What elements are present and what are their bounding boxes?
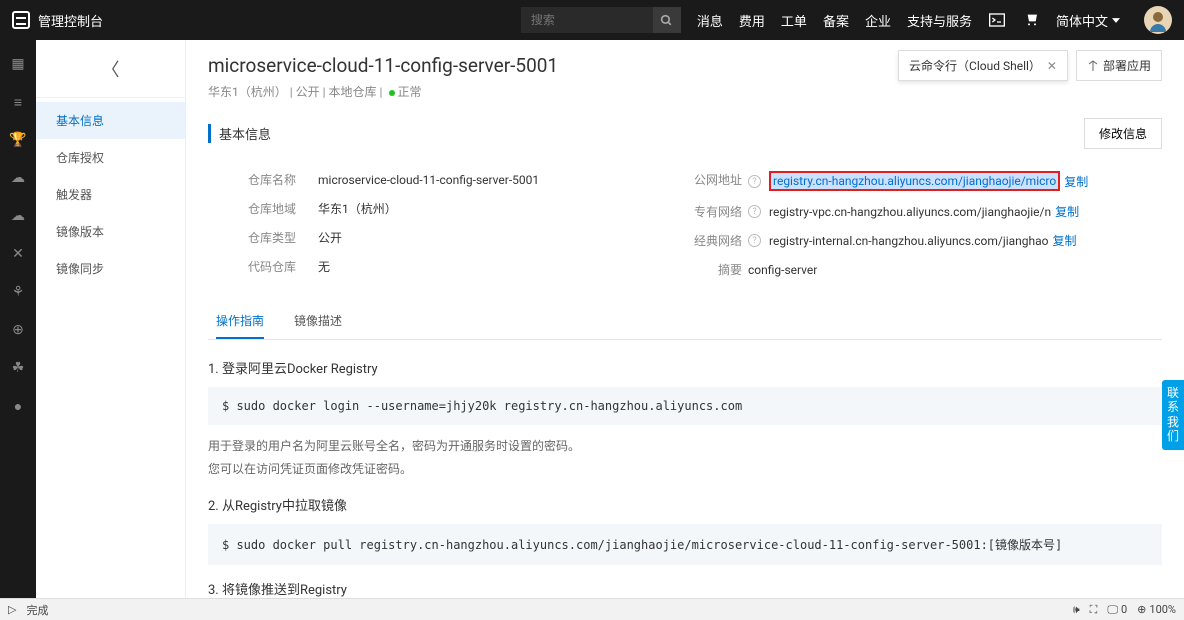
cup-icon[interactable]: 🏆 <box>10 132 26 148</box>
content-tabs: 操作指南 镜像描述 <box>208 304 1162 340</box>
guide-step2-code: $ sudo docker pull registry.cn-hangzhou.… <box>208 524 1162 565</box>
deploy-label: 部署应用 <box>1103 57 1151 74</box>
back-arrow[interactable]: 〈 <box>102 56 120 82</box>
nav-beian[interactable]: 备案 <box>823 11 849 30</box>
repo-region-value: 华东1（杭州） <box>318 200 668 217</box>
nav-image-version[interactable]: 镜像版本 <box>36 213 185 250</box>
code-repo-label: 代码仓库 <box>248 258 318 275</box>
cloud2-icon[interactable]: ☁ <box>10 208 26 224</box>
repo-type-tag: 本地仓库 <box>329 85 377 99</box>
guide-content: 1. 登录阿里云Docker Registry $ sudo docker lo… <box>208 358 1162 598</box>
cluster-icon[interactable]: ⚘ <box>10 284 26 300</box>
globe-icon[interactable]: ⊕ <box>10 322 26 338</box>
status-dot-icon <box>389 90 395 96</box>
fullscreen-icon[interactable]: ⛶ <box>1090 603 1098 617</box>
nav-enterprise[interactable]: 企业 <box>865 11 891 30</box>
nav-messages[interactable]: 消息 <box>697 11 723 30</box>
repo-type-label: 仓库类型 <box>248 229 318 246</box>
left-nav: 〈 基本信息 仓库授权 触发器 镜像版本 镜像同步 <box>36 40 186 598</box>
chevron-down-icon <box>1112 18 1120 23</box>
status-text: 正常 <box>397 85 421 99</box>
user-avatar[interactable] <box>1144 6 1172 34</box>
info-grid: 仓库名称microservice-cloud-11-config-server-… <box>248 165 1162 284</box>
nav-trigger[interactable]: 触发器 <box>36 176 185 213</box>
repo-name-label: 仓库名称 <box>248 171 318 188</box>
summary-value: config-server <box>748 261 1162 278</box>
vpc-addr-value: registry-vpc.cn-hangzhou.aliyuncs.com/ji… <box>769 205 1051 219</box>
vpc-addr-label: 专有网络 <box>678 203 748 220</box>
copy-classic-addr[interactable]: 复制 <box>1053 232 1077 249</box>
summary-label: 摘要 <box>678 261 748 278</box>
nav-support[interactable]: 支持与服务 <box>907 11 972 30</box>
nav-tickets[interactable]: 工单 <box>781 11 807 30</box>
lines-icon[interactable]: ≡ <box>10 94 26 110</box>
global-search <box>521 7 681 33</box>
language-label: 简体中文 <box>1056 11 1108 30</box>
classic-addr-value: registry-internal.cn-hangzhou.aliyuncs.c… <box>769 234 1049 248</box>
help-icon[interactable]: ? <box>748 234 761 247</box>
nav-image-sync[interactable]: 镜像同步 <box>36 250 185 287</box>
play-icon[interactable]: ▷ <box>8 603 16 616</box>
repo-name-value: microservice-cloud-11-config-server-5001 <box>318 171 668 188</box>
guide-step1-code: $ sudo docker login --username=jhjy20k r… <box>208 387 1162 425</box>
topbar: 管理控制台 消息 费用 工单 备案 企业 支持与服务 简体中文 <box>0 0 1184 40</box>
region-tag: 华东1（杭州） <box>208 85 287 99</box>
cloud-shell-popup: 云命令行（Cloud Shell） ✕ <box>898 50 1068 81</box>
grid-icon[interactable]: ▦ <box>10 56 26 72</box>
terminal-icon[interactable] <box>988 11 1006 29</box>
status-done: 完成 <box>26 602 48 618</box>
dot-icon[interactable]: ● <box>10 398 26 414</box>
zoom-level[interactable]: ⊕ 100% <box>1137 603 1176 616</box>
service-icon-sidebar: ▦ ≡ 🏆 ☁ ☁ ✕ ⚘ ⊕ ☘ ● <box>0 40 36 598</box>
deploy-app-button[interactable]: 部署应用 <box>1076 50 1162 81</box>
guide-step1-p1: 用于登录的用户名为阿里云账号全名，密码为开通服务时设置的密码。 <box>208 435 1162 458</box>
logo[interactable]: 管理控制台 <box>12 11 103 30</box>
code-repo-value: 无 <box>318 258 668 275</box>
notification-count[interactable]: 🖵 0 <box>1107 603 1127 617</box>
statusbar: ▷ 完成 🕪 ⛶ 🖵 0 ⊕ 100% <box>0 598 1184 620</box>
cloud-icon[interactable]: ☁ <box>10 170 26 186</box>
cart-icon[interactable] <box>1022 11 1040 29</box>
visibility-tag: 公开 <box>296 85 320 99</box>
language-switcher[interactable]: 简体中文 <box>1056 11 1120 30</box>
public-addr-value: registry.cn-hangzhou.aliyuncs.com/jiangh… <box>769 171 1060 191</box>
contact-us-tab[interactable]: 联系我们 <box>1162 380 1184 450</box>
guide-step3-title: 3. 将镜像推送到Registry <box>208 579 1162 598</box>
search-button[interactable] <box>653 7 681 33</box>
guide-step1-p2: 您可以在访问凭证页面修改凭证密码。 <box>208 458 1162 481</box>
tools-icon[interactable]: ✕ <box>10 246 26 262</box>
help-icon[interactable]: ? <box>748 175 761 188</box>
public-addr-label: 公网地址 <box>678 171 748 191</box>
cloud-shell-close[interactable]: ✕ <box>1047 59 1057 73</box>
repo-region-label: 仓库地域 <box>248 200 318 217</box>
classic-addr-label: 经典网络 <box>678 232 748 249</box>
copy-public-addr[interactable]: 复制 <box>1064 173 1088 190</box>
bug-icon[interactable]: ☘ <box>10 360 26 376</box>
section-title: 基本信息 <box>208 124 271 143</box>
tab-guide[interactable]: 操作指南 <box>216 304 264 339</box>
repo-type-value: 公开 <box>318 229 668 246</box>
console-title: 管理控制台 <box>38 11 103 30</box>
page-subtitle: 华东1（杭州） | 公开 | 本地仓库 | 正常 <box>208 83 1162 100</box>
guide-step1-title: 1. 登录阿里云Docker Registry <box>208 358 1162 377</box>
sound-icon[interactable]: 🕪 <box>1073 603 1080 617</box>
nav-basic-info[interactable]: 基本信息 <box>36 102 185 139</box>
guide-step2-title: 2. 从Registry中拉取镜像 <box>208 495 1162 514</box>
cloud-shell-label: 云命令行（Cloud Shell） <box>909 57 1041 74</box>
nav-repo-auth[interactable]: 仓库授权 <box>36 139 185 176</box>
copy-vpc-addr[interactable]: 复制 <box>1055 203 1079 220</box>
aliyun-logo-icon <box>12 11 30 29</box>
nav-billing[interactable]: 费用 <box>739 11 765 30</box>
tab-description[interactable]: 镜像描述 <box>294 304 342 339</box>
modify-info-button[interactable]: 修改信息 <box>1084 118 1162 149</box>
content-area: 云命令行（Cloud Shell） ✕ 部署应用 microservice-cl… <box>186 40 1184 598</box>
deploy-icon <box>1087 60 1099 72</box>
help-icon[interactable]: ? <box>748 205 761 218</box>
